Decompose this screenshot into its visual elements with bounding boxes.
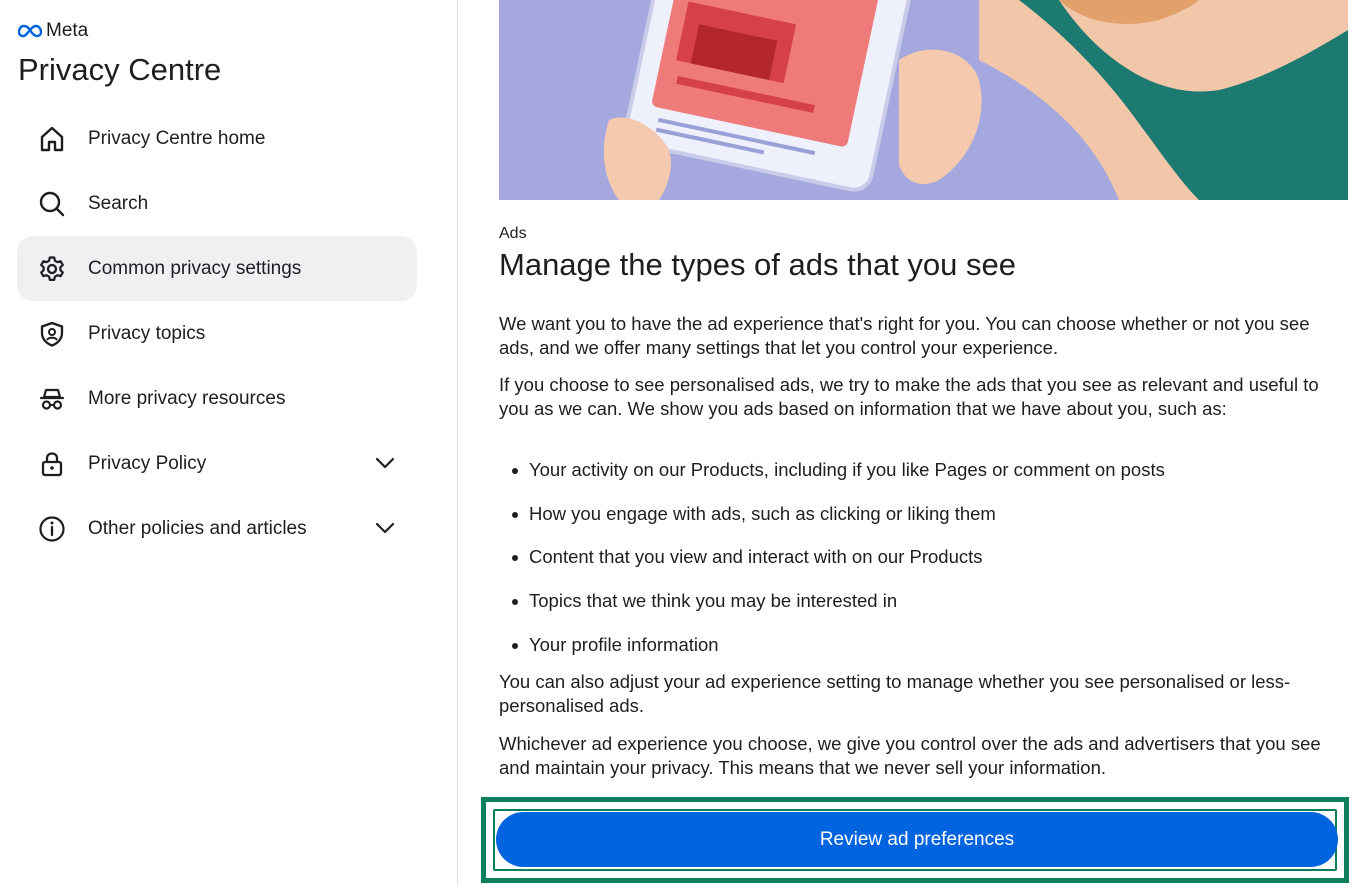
category-label: Ads bbox=[499, 225, 527, 242]
paragraph: Whichever ad experience you choose, we g… bbox=[499, 733, 1321, 778]
paragraph: We want you to have the ad experience th… bbox=[499, 313, 1310, 358]
home-icon bbox=[37, 124, 67, 154]
sidebar-item-other-policies[interactable]: Other policies and articles bbox=[17, 496, 417, 561]
meta-logo[interactable]: Meta bbox=[18, 20, 88, 42]
chevron-down-icon[interactable] bbox=[375, 453, 395, 473]
review-ad-preferences-button[interactable]: Review ad preferences bbox=[496, 812, 1338, 867]
sidebar-item-label: Privacy Centre home bbox=[88, 127, 266, 149]
sidebar-item-privacy-topics[interactable]: Privacy topics bbox=[17, 301, 417, 366]
sidebar-item-privacy-centre-home[interactable]: Privacy Centre home bbox=[17, 106, 417, 171]
sidebar-item-more-privacy-resources[interactable]: More privacy resources bbox=[17, 366, 417, 431]
sidebar-item-label: Search bbox=[88, 192, 149, 214]
gear-icon bbox=[37, 254, 67, 284]
meta-infinity-icon bbox=[18, 24, 42, 38]
list-item: Topics that we think you may be interest… bbox=[512, 587, 1332, 631]
info-icon bbox=[37, 514, 67, 544]
shield-icon bbox=[37, 319, 67, 349]
paragraph: If you choose to see personalised ads, w… bbox=[499, 374, 1319, 419]
sidebar-item-search[interactable]: Search bbox=[17, 171, 417, 236]
sidebar-item-label: Other policies and articles bbox=[88, 517, 307, 539]
sidebar-item-label: Common privacy settings bbox=[88, 257, 302, 279]
brand-name: Meta bbox=[46, 20, 89, 41]
section-heading: Manage the types of ads that you see bbox=[499, 247, 1017, 282]
list-item: Content that you view and interact with … bbox=[512, 543, 1332, 587]
sidebar-item-common-privacy-settings[interactable]: Common privacy settings bbox=[17, 236, 417, 301]
chevron-down-icon[interactable] bbox=[375, 518, 395, 538]
sidebar-item-label: Privacy topics bbox=[88, 322, 206, 344]
list-item: How you engage with ads, such as clickin… bbox=[512, 500, 1332, 544]
hero-illustration bbox=[499, 0, 1348, 200]
sidebar-item-label: Privacy Policy bbox=[88, 452, 207, 474]
lock-icon bbox=[37, 449, 67, 479]
sidebar: Meta Privacy Centre Privacy Centre home … bbox=[0, 0, 458, 885]
list-item: Your activity on our Products, including… bbox=[512, 456, 1332, 500]
tablet-armchair-illustration bbox=[499, 0, 1348, 200]
incognito-icon bbox=[37, 384, 67, 414]
sidebar-nav: Privacy Centre home Search Common privac… bbox=[17, 106, 417, 561]
list-item: Your profile information bbox=[512, 631, 1332, 675]
sidebar-item-privacy-policy[interactable]: Privacy Policy bbox=[17, 431, 417, 496]
search-icon bbox=[37, 189, 67, 219]
paragraph: You can also adjust your ad experience s… bbox=[499, 671, 1291, 716]
page-title: Privacy Centre bbox=[18, 52, 222, 87]
ad-info-list: Your activity on our Products, including… bbox=[512, 456, 1332, 674]
sidebar-item-label: More privacy resources bbox=[88, 387, 286, 409]
